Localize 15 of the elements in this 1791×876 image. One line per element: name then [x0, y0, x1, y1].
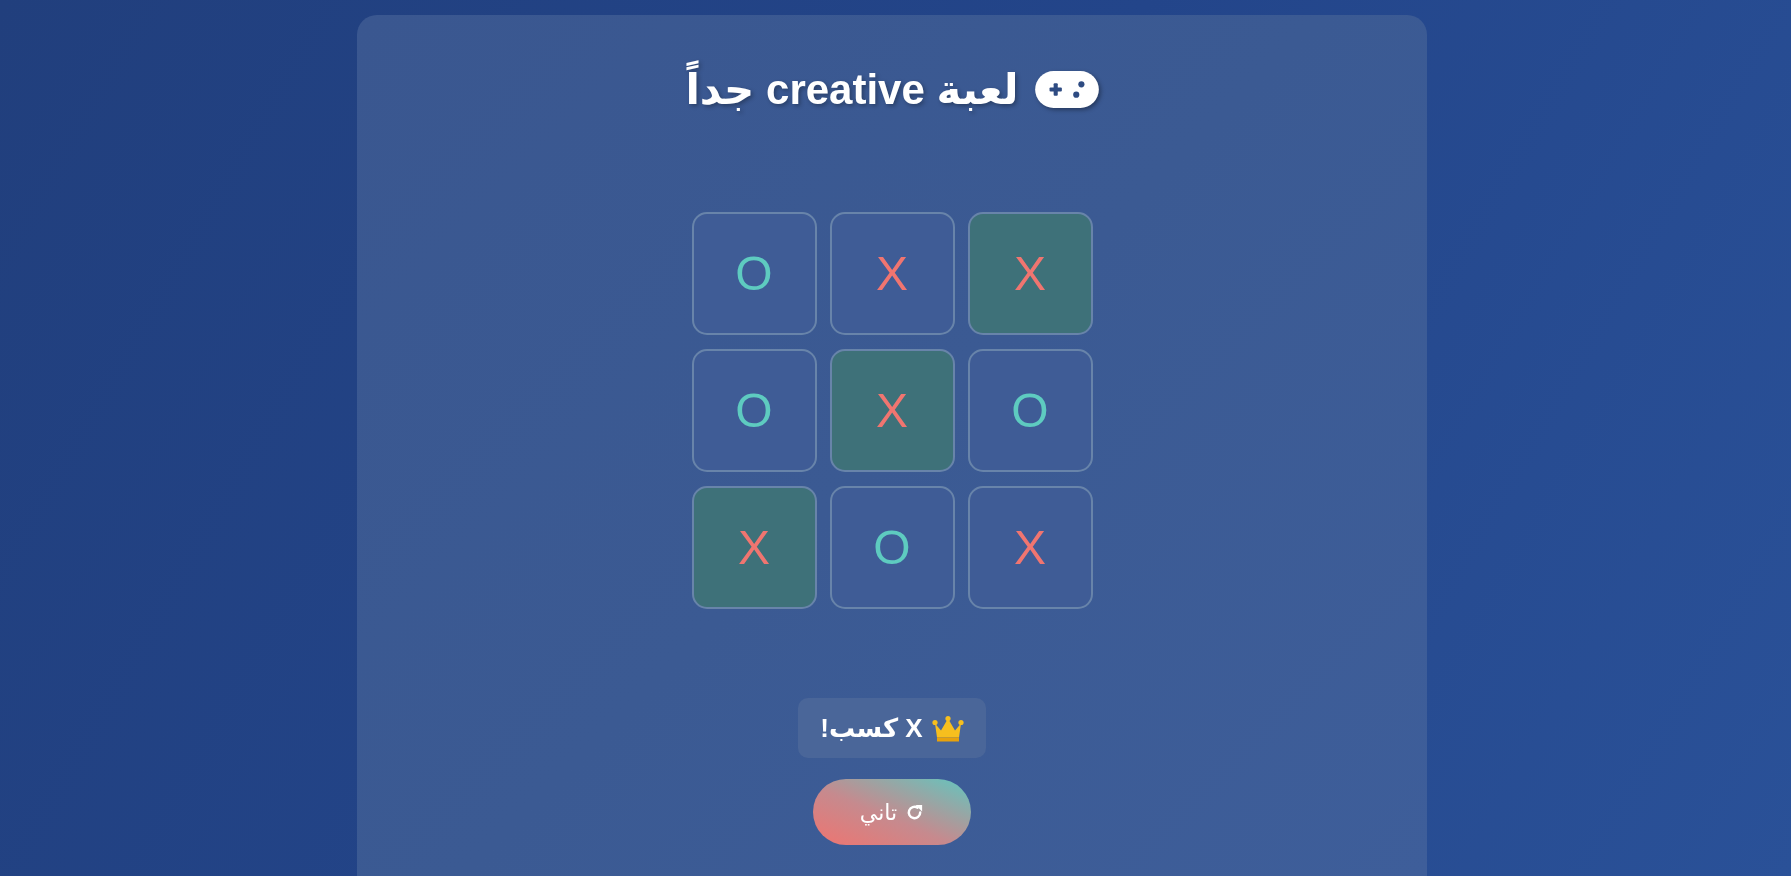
board-cell[interactable]: O	[967, 349, 1093, 472]
gamepad-icon	[1034, 71, 1099, 108]
board-cell[interactable]: X	[967, 212, 1093, 335]
board-cell[interactable]: X	[691, 486, 817, 609]
refresh-icon	[905, 802, 925, 822]
board-cell[interactable]: X	[829, 212, 955, 335]
crown-icon	[931, 714, 964, 742]
board-cell[interactable]: O	[829, 486, 955, 609]
restart-button[interactable]: تاني	[813, 779, 971, 845]
board-cell[interactable]: O	[691, 212, 817, 335]
board-cell[interactable]: O	[691, 349, 817, 472]
status-text: X كسب!	[820, 712, 923, 745]
board-cell[interactable]: X	[967, 486, 1093, 609]
board-cell[interactable]: X	[829, 349, 955, 472]
page-title: لعبة creative جداً	[685, 61, 1019, 118]
